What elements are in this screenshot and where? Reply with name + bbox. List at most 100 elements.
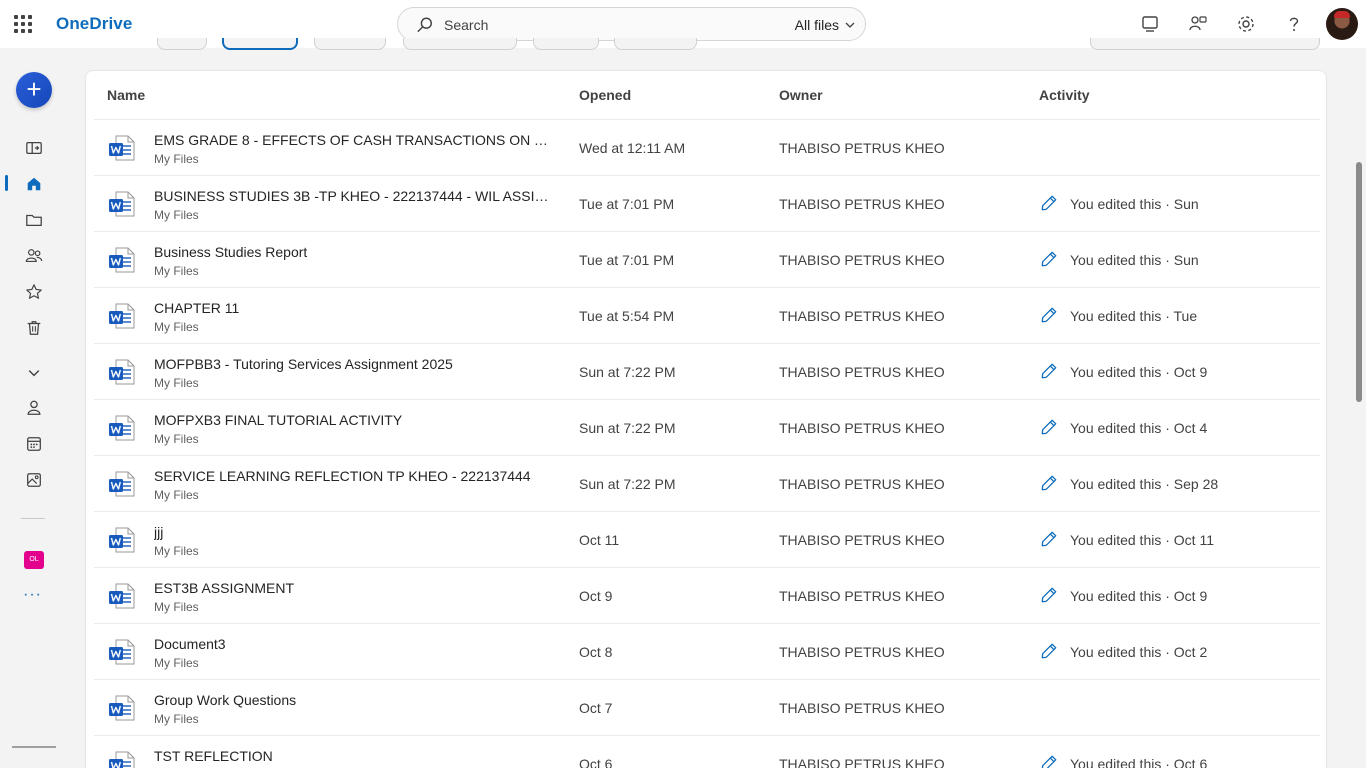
people-icon[interactable] [23,245,45,267]
filter-pill[interactable] [614,38,697,50]
table-row[interactable]: SERVICE LEARNING REFLECTION TP KHEO - 22… [94,455,1320,511]
avatar[interactable] [1326,8,1358,40]
search-box[interactable]: Search All files [397,7,866,41]
file-opened: Oct 6 [579,756,613,768]
file-owner: THABISO PETRUS KHEO [779,420,945,436]
file-name[interactable]: MOFPXB3 FINAL TUTORIAL ACTIVITY [154,412,402,428]
file-location: My Files [154,152,199,166]
more-apps-button[interactable]: ··· [23,586,42,604]
file-name[interactable]: CHAPTER 11 [154,300,239,316]
pencil-icon [1041,251,1057,267]
file-activity: You edited this · Sep 28 [1070,476,1219,492]
column-header-owner[interactable]: Owner [779,87,823,103]
file-location: My Files [154,712,199,726]
file-location: My Files [154,488,199,502]
file-activity: You edited this · Tue [1070,308,1198,324]
image-icon[interactable] [23,469,45,491]
file-owner: THABISO PETRUS KHEO [779,756,945,768]
filter-pill[interactable] [157,38,207,50]
scrollbar-thumb[interactable] [1356,162,1362,402]
app-badge[interactable]: OL [24,551,44,569]
file-opened: Tue at 7:01 PM [579,196,675,212]
file-activity: You edited this · Sun [1070,196,1199,212]
file-owner: THABISO PETRUS KHEO [779,308,945,324]
file-owner: THABISO PETRUS KHEO [779,252,945,268]
file-location: My Files [154,264,199,278]
folder-icon[interactable] [23,209,45,231]
person-icon[interactable] [23,397,45,419]
file-opened: Wed at 12:11 AM [579,140,686,156]
nav-bottom-line [12,746,56,748]
column-header-activity[interactable]: Activity [1039,87,1090,103]
gear-icon[interactable] [1234,12,1258,36]
word-document-icon [109,135,135,161]
file-activity: You edited this · Oct 9 [1070,364,1208,380]
word-document-icon [109,471,135,497]
search-scope-dropdown[interactable]: All files [795,17,855,33]
table-row[interactable]: MOFPXB3 FINAL TUTORIAL ACTIVITY My Files S… [94,399,1320,455]
share-people-icon[interactable] [1186,12,1210,36]
file-owner: THABISO PETRUS KHEO [779,700,945,716]
trash-icon[interactable] [23,317,45,339]
filter-pill[interactable] [314,38,386,50]
file-opened: Oct 9 [579,588,613,604]
table-row[interactable]: MOFPBB3 - Tutoring Services Assignment 2… [94,343,1320,399]
search-scope-label: All files [794,17,839,33]
file-location: My Files [154,432,199,446]
table-row[interactable]: EST3B ASSIGNMENT My Files Oct 9 THABISO PET… [94,567,1320,623]
file-name[interactable]: Business Studies Report [154,244,307,260]
word-document-icon [109,527,135,553]
table-row[interactable]: Group Work Questions My Files Oct 7 THABISO… [94,679,1320,735]
search-input[interactable]: Search [444,17,488,33]
column-header-name[interactable]: Name [107,87,145,103]
file-owner: THABISO PETRUS KHEO [779,364,945,380]
word-document-icon [109,583,135,609]
chevron-down-icon[interactable] [23,362,45,384]
file-opened: Tue at 5:54 PM [579,308,675,324]
file-name[interactable]: Group Work Questions [154,692,296,708]
table-row[interactable]: EMS GRADE 8 - EFFECTS OF CASH TRANSACTIO… [94,119,1320,175]
file-opened: Oct 11 [579,532,620,548]
file-activity: You edited this · Oct 4 [1070,420,1208,436]
word-document-icon [109,639,135,665]
filter-pill[interactable] [533,38,599,50]
calendar-icon[interactable] [23,433,45,455]
table-row[interactable]: Business Studies Report My Files Tue at 7:… [94,231,1320,287]
pencil-icon [1041,531,1057,547]
file-name[interactable]: SERVICE LEARNING REFLECTION TP KHEO - 22… [154,468,531,484]
create-button[interactable]: + [16,72,52,108]
meeting-icon[interactable] [23,137,45,159]
column-header-opened[interactable]: Opened [579,87,631,103]
file-owner: THABISO PETRUS KHEO [779,196,945,212]
file-activity: You edited this · Oct 11 [1070,532,1214,548]
table-row[interactable]: BUSINESS STUDIES 3B -TP KHEO - 222137444… [94,175,1320,231]
filter-pill-active[interactable] [222,38,298,50]
table-row[interactable]: Document3 My Files Oct 8 THABISO PETRUS KHE… [94,623,1320,679]
file-location: My Files [154,376,199,390]
file-location: My Files [154,208,199,222]
file-opened: Tue at 7:01 PM [579,252,675,268]
table-header: Name Opened Owner Activity [86,71,1326,119]
star-icon[interactable] [23,281,45,303]
file-name[interactable]: BUSINESS STUDIES 3B -TP KHEO - 222137444… [154,188,556,204]
file-name[interactable]: MOFPBB3 - Tutoring Services Assignment 2… [154,356,453,372]
home-icon[interactable] [23,173,45,195]
file-name[interactable]: TST REFLECTION [154,748,273,764]
filter-pill[interactable] [1090,38,1320,50]
app-launcher-icon[interactable] [12,12,36,36]
table-row[interactable]: CHAPTER 11 My Files Tue at 5:54 PM THABISO … [94,287,1320,343]
chevron-down-icon [845,22,855,28]
file-name[interactable]: jjj [154,524,163,540]
file-name[interactable]: EST3B ASSIGNMENT [154,580,294,596]
file-opened: Oct 8 [579,644,613,660]
table-row[interactable]: jjj My Files Oct 11 THABISO PETRUS KHEO You… [94,511,1320,567]
file-name[interactable]: EMS GRADE 8 - EFFECTS OF CASH TRANSACTIO… [154,132,556,148]
word-document-icon [109,751,135,768]
device-icon[interactable] [1138,12,1162,36]
help-icon[interactable] [1282,12,1306,36]
word-document-icon [109,359,135,385]
filter-pill[interactable] [403,38,517,50]
file-name[interactable]: Document3 [154,636,226,652]
table-row[interactable]: TST REFLECTIONMy FilesOct 6THABISO PETRU… [94,735,1320,768]
app-title[interactable]: OneDrive [56,14,132,34]
